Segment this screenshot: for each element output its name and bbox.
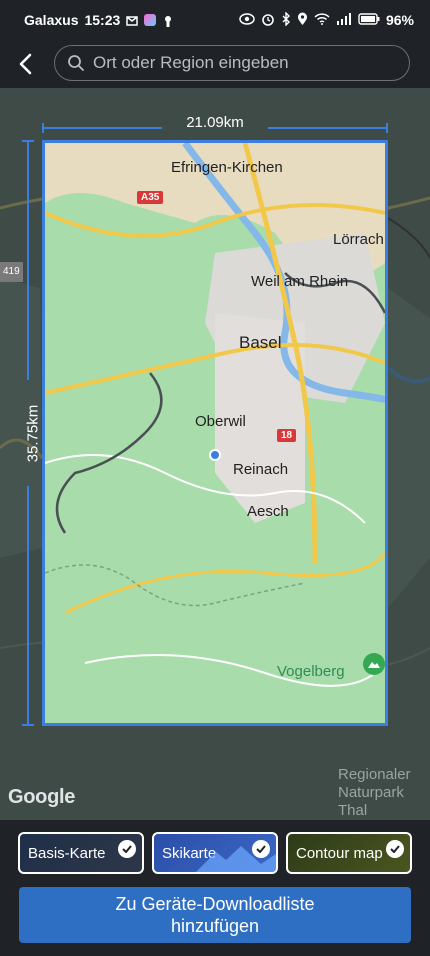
- place-weil-am-rhein: Weil am Rhein: [251, 273, 349, 290]
- map-type-options: Basis-Karte Skikarte Contour map: [18, 832, 412, 874]
- map-option-contour-map[interactable]: Contour map: [286, 832, 412, 874]
- place-loerrach: Lörrach: [333, 231, 384, 248]
- current-location-dot: [209, 449, 221, 461]
- eye-icon: [239, 12, 255, 28]
- status-bar: Galaxus 15:23 96%: [0, 0, 430, 40]
- check-icon: [118, 840, 136, 858]
- keyhole-icon: [162, 14, 174, 27]
- place-reinach: Reinach: [233, 461, 289, 478]
- battery-level: 96%: [385, 12, 414, 28]
- place-aesch: Aesch: [247, 503, 289, 520]
- search-placeholder: Ort oder Region eingeben: [93, 53, 289, 72]
- map-option-label: Basis-Karte: [28, 844, 106, 862]
- height-label: 35.75km: [24, 404, 42, 463]
- region-map: [45, 143, 385, 723]
- mail-icon: [126, 14, 139, 26]
- back-button[interactable]: [10, 48, 42, 80]
- header: Ort oder Region eingeben: [0, 40, 430, 88]
- check-icon: [386, 840, 404, 858]
- wifi-icon: [314, 12, 330, 28]
- signal-icon: [336, 12, 352, 28]
- road-shield-18: 18: [277, 429, 297, 442]
- map-option-skikarte[interactable]: Skikarte: [152, 832, 278, 874]
- place-efringen-kirchen: Efringen-Kirchen: [171, 159, 283, 176]
- height-dimension: 35.75km: [18, 140, 42, 726]
- map-option-basis-karte[interactable]: Basis-Karte: [18, 832, 144, 874]
- google-logo: Google: [8, 786, 76, 808]
- map-option-label: Contour map: [296, 844, 383, 862]
- bottom-panel: Basis-Karte Skikarte Contour map Zu Gerä…: [0, 820, 430, 956]
- road-shield-a35: A35: [137, 191, 164, 204]
- bluetooth-icon: [281, 10, 291, 29]
- place-oberwil: Oberwil: [195, 413, 246, 430]
- width-dimension: 21.09km: [42, 114, 388, 133]
- status-left: Galaxus 15:23: [24, 12, 174, 28]
- battery-icon: [358, 12, 380, 28]
- selected-region[interactable]: A35 18 Efringen-Kirchen Lörrach Weil am …: [42, 140, 388, 726]
- chevron-left-icon: [19, 53, 32, 75]
- status-right: 96%: [239, 10, 414, 29]
- map-view[interactable]: 419 Regionaler Naturpark Thal Google 21.…: [0, 88, 430, 820]
- search-input[interactable]: Ort oder Region eingeben: [54, 45, 410, 81]
- add-to-download-list-button[interactable]: Zu Geräte-Downloadliste hinzufügen: [19, 887, 411, 943]
- app-icon: [144, 14, 157, 26]
- naturpark-label: Regionaler Naturpark Thal: [338, 766, 411, 819]
- cta-line-2: hinzufügen: [170, 916, 260, 936]
- place-basel: Basel: [239, 333, 282, 352]
- alarm-icon: [261, 12, 275, 29]
- width-label: 21.09km: [186, 114, 244, 131]
- clock: 15:23: [84, 12, 121, 28]
- place-vogelberg: Vogelberg: [277, 663, 345, 680]
- carrier-name: Galaxus: [24, 12, 79, 28]
- mountain-icon: [363, 653, 385, 675]
- search-icon: [68, 55, 84, 71]
- cta-line-1: Zu Geräte-Downloadliste: [115, 894, 315, 914]
- location-icon: [297, 12, 308, 29]
- mountain-preview: [196, 846, 276, 872]
